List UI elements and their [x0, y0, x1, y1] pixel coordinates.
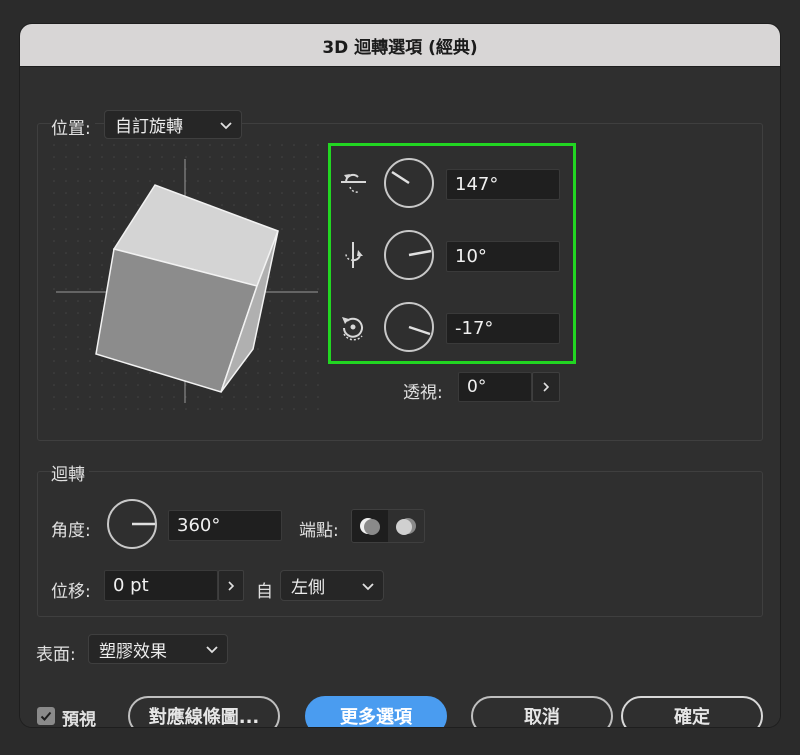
perspective-field[interactable]: 0° — [458, 372, 532, 402]
rotate-x-dial[interactable] — [383, 157, 435, 209]
offset-popup-button[interactable] — [218, 570, 244, 601]
checkmark-icon — [40, 711, 52, 721]
position-preset-dropdown[interactable]: 自訂旋轉 — [104, 110, 242, 139]
cap-off-button[interactable] — [388, 510, 424, 542]
revolve-angle-field[interactable]: 360° — [168, 510, 282, 541]
chevron-right-icon — [543, 382, 550, 392]
dialog-title: 3D 迴轉選項 (經典) — [20, 24, 780, 67]
chevron-down-icon — [206, 646, 218, 654]
dialog-content: 位置: 自訂旋轉 147° 10° -17° 透視: 0° 迴轉 角度: 360… — [20, 67, 780, 727]
revolve-angle-dial[interactable] — [106, 498, 158, 550]
rotate-z-field[interactable]: -17° — [446, 313, 560, 344]
preview-checkbox[interactable] — [37, 707, 55, 725]
rotate-z-dial[interactable] — [383, 301, 435, 353]
position-preset-value: 自訂旋轉 — [115, 117, 183, 137]
ok-button[interactable]: 確定 — [621, 696, 763, 727]
surface-value: 塑膠效果 — [99, 641, 167, 662]
rotate-x-axis-icon — [341, 173, 366, 193]
position-label: 位置: — [51, 114, 95, 139]
revolve-options-dialog: 3D 迴轉選項 (經典) 位置: 自訂旋轉 147° 10° -17° 透視: … — [20, 24, 780, 727]
rotate-y-dial[interactable] — [383, 229, 435, 281]
more-options-button[interactable]: 更多選項 — [305, 696, 447, 727]
angle-label: 角度: — [51, 521, 91, 541]
cap-on-icon — [360, 518, 380, 535]
chevron-right-icon — [228, 580, 235, 591]
offset-field[interactable]: 0 pt — [104, 570, 218, 601]
rotate-y-field[interactable]: 10° — [446, 241, 560, 272]
map-art-button[interactable]: 對應線條圖... — [128, 696, 280, 727]
cancel-button[interactable]: 取消 — [471, 696, 613, 727]
surface-dropdown[interactable]: 塑膠效果 — [88, 634, 228, 664]
from-value: 左側 — [291, 578, 325, 598]
rotate-x-field[interactable]: 147° — [446, 169, 560, 200]
chevron-down-icon — [220, 121, 232, 129]
perspective-popup-button[interactable] — [532, 372, 560, 402]
rotate-y-axis-icon — [345, 242, 363, 268]
surface-label: 表面: — [36, 645, 76, 665]
from-dropdown[interactable]: 左側 — [280, 570, 384, 601]
track-cube-preview[interactable] — [52, 143, 322, 413]
cap-label: 端點: — [299, 521, 339, 541]
offset-label: 位移: — [51, 582, 91, 602]
preview-label: 預視 — [62, 710, 96, 727]
rotate-z-axis-icon — [342, 317, 363, 341]
from-label: 自 — [256, 582, 273, 602]
revolve-section-label: 迴轉 — [51, 460, 89, 485]
chevron-down-icon — [362, 582, 374, 590]
cap-off-icon — [396, 518, 416, 535]
cap-toggle-group — [351, 509, 425, 543]
perspective-label: 透視: — [403, 383, 443, 403]
cap-on-button[interactable] — [352, 510, 388, 542]
